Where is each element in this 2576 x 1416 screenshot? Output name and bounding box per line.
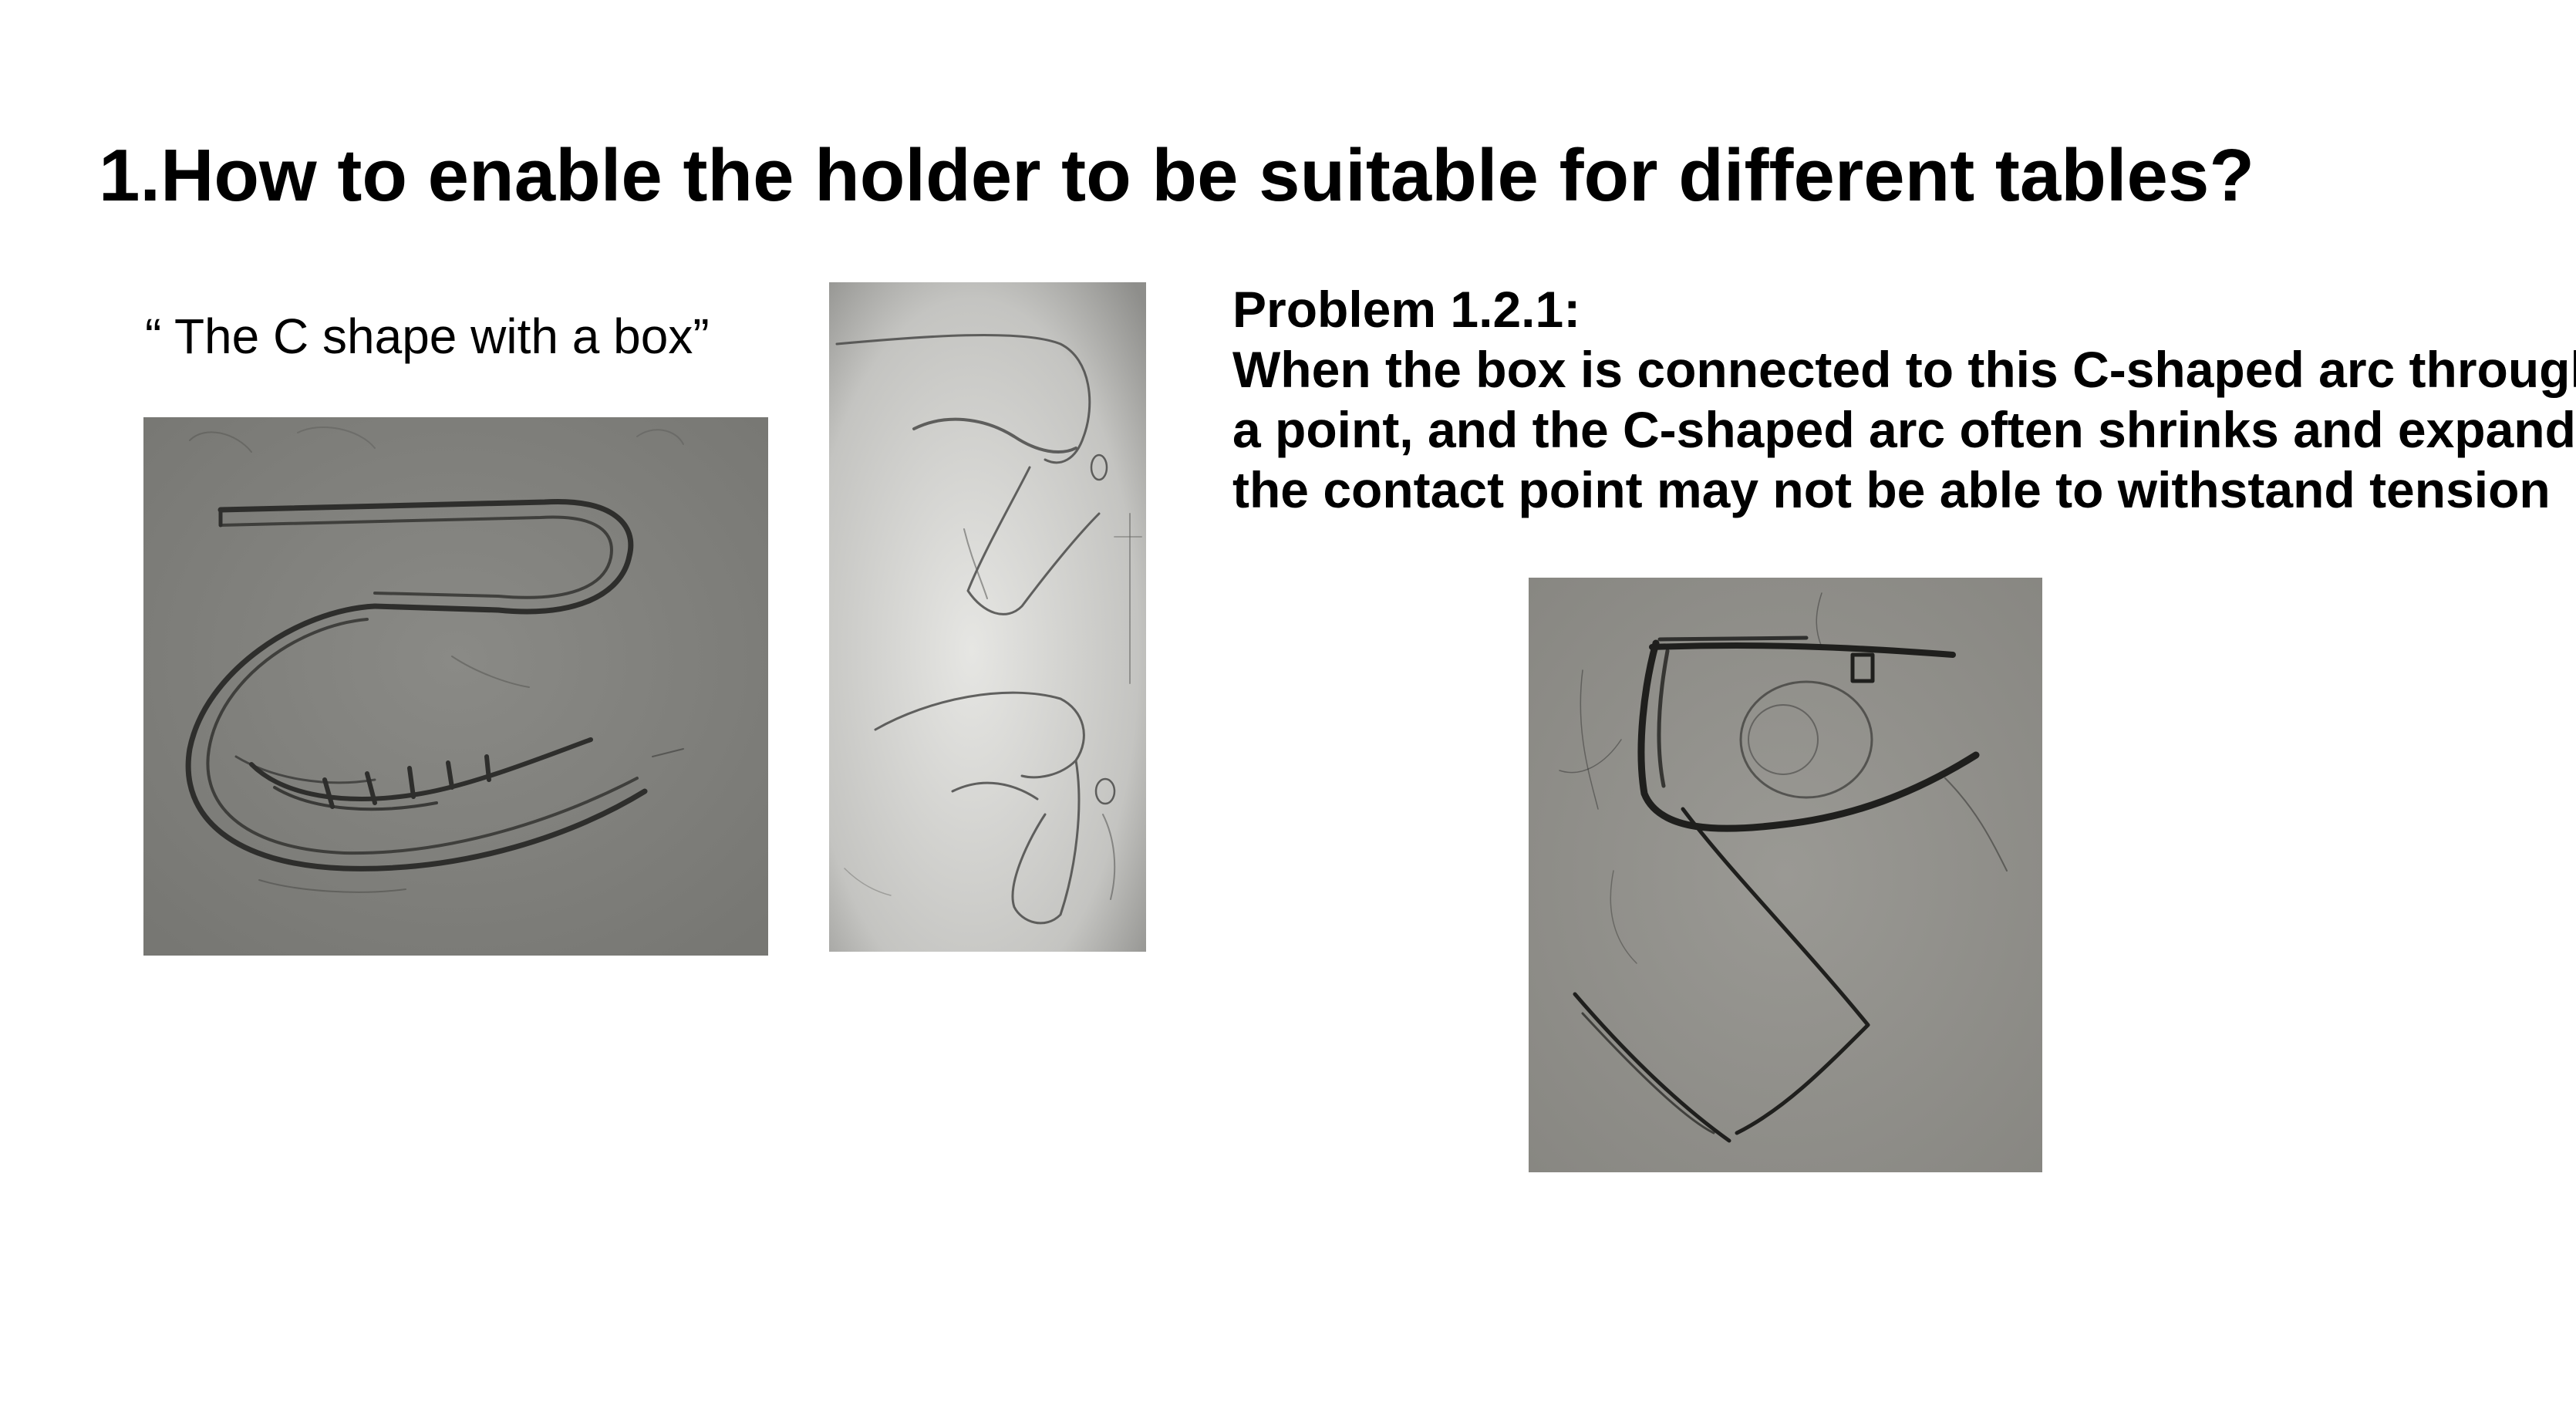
clamp-arc-sketch	[1529, 578, 2042, 1172]
sketch-caption: “ The C shape with a box”	[145, 308, 710, 364]
problem-line: a point, and the C-shaped arc often shri…	[1232, 401, 2576, 458]
pencil-sketch-c-shape-with-box-icon	[143, 417, 768, 956]
problem-statement: Problem 1.2.1: When the box is connected…	[1232, 279, 2576, 520]
problem-line: When the box is connected to this C-shap…	[1232, 341, 2576, 398]
c-shape-with-box-sketch	[143, 417, 768, 956]
problem-line: the contact point may not be able to wit…	[1232, 461, 2551, 518]
problem-heading: Problem 1.2.1:	[1232, 281, 1581, 338]
pencil-sketch-clamp-arc-icon	[1529, 578, 2042, 1172]
slide-title: 1.How to enable the holder to be suitabl…	[99, 134, 2254, 217]
hook-variants-sketch	[829, 282, 1146, 952]
pencil-sketch-two-hook-variants-icon	[829, 282, 1146, 952]
